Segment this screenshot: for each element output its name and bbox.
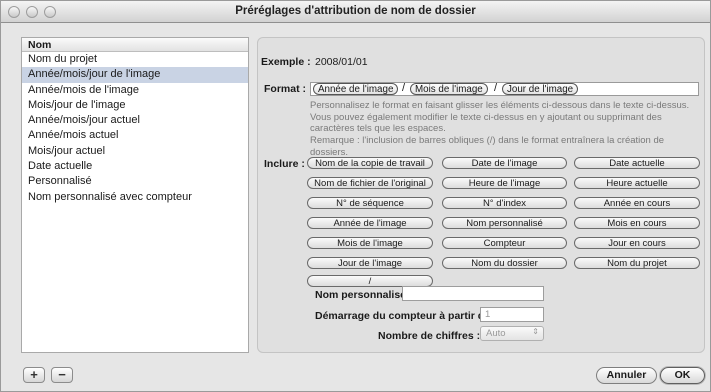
include-token[interactable]: Mois en cours [574,217,700,229]
list-item[interactable]: Mois/jour actuel [22,144,248,159]
window-title: Préréglages d'attribution de nom de doss… [235,5,476,17]
include-token[interactable]: Nom du projet [574,257,700,269]
counter-start-input[interactable]: 1 [480,307,544,322]
list-item[interactable]: Date actuelle [22,159,248,174]
list-item[interactable]: Année/mois actuel [22,128,248,143]
include-label: Inclure : [264,158,305,170]
list-item[interactable]: Nom du projet [22,52,248,67]
format-token-day[interactable]: Jour de l'image [502,83,579,95]
include-token[interactable]: Heure actuelle [574,177,700,189]
preset-window: Préréglages d'attribution de nom de doss… [0,0,711,392]
include-token[interactable]: Nom de la copie de travail [307,157,433,169]
include-token[interactable]: Jour en cours [574,237,700,249]
include-token[interactable]: Mois de l'image [307,237,433,249]
remove-preset-button[interactable]: − [51,367,73,383]
list-item[interactable]: Année/mois/jour actuel [22,113,248,128]
include-token[interactable]: Nom personnalisé [442,217,567,229]
format-help-text: Personnalisez le format en faisant gliss… [310,100,690,135]
list-items: Nom du projet Année/mois/jour de l'image A… [22,52,248,205]
format-token-month[interactable]: Mois de l'image [410,83,488,95]
include-token[interactable]: Date actuelle [574,157,700,169]
custom-name-input[interactable] [402,286,544,301]
digits-select-value: Auto [486,328,506,339]
ok-button[interactable]: OK [660,367,705,384]
list-item[interactable]: Nom personnalisé avec compteur [22,190,248,205]
list-header-name[interactable]: Nom [22,38,248,52]
title-bar: Préréglages d'attribution de nom de doss… [1,1,710,23]
digits-label: Nombre de chiffres : [378,330,481,342]
format-field[interactable]: Année de l'image / Mois de l'image / Jou… [310,82,699,96]
cancel-button[interactable]: Annuler [596,367,657,384]
list-item[interactable]: Personnalisé [22,174,248,189]
digits-select[interactable]: Auto ⇕ [480,326,544,341]
counter-start-label: Démarrage du compteur à partir de : [315,310,497,322]
list-item[interactable]: Année/mois/jour de l'image [22,67,248,83]
example-label: Exemple : [261,56,311,68]
include-token[interactable]: Nom du dossier [442,257,567,269]
format-note-text: Remarque : l'inclusion de barres oblique… [310,135,665,158]
add-preset-button[interactable]: + [23,367,45,383]
include-token[interactable]: Année en cours [574,197,700,209]
include-token[interactable]: Compteur [442,237,567,249]
include-token[interactable]: Année de l'image [307,217,433,229]
preset-list: Nom Nom du projet Année/mois/jour de l'im… [21,37,249,353]
list-item[interactable]: Année/mois de l'image [22,83,248,98]
include-token[interactable]: Nom de fichier de l'original [307,177,433,189]
include-token[interactable]: N° de séquence [307,197,433,209]
preset-editor: Exemple : 2008/01/01 Format : Année de l… [257,37,705,353]
custom-name-label: Nom personnalisé : [315,289,413,301]
stepper-arrows-icon: ⇕ [532,327,539,336]
include-token[interactable]: N° d'index [442,197,567,209]
format-separator: / [494,82,498,94]
format-separator: / [402,82,406,94]
format-label: Format : [264,83,306,95]
include-token[interactable]: Heure de l'image [442,177,567,189]
include-token[interactable]: Jour de l'image [307,257,433,269]
example-value: 2008/01/01 [315,56,368,68]
list-item[interactable]: Mois/jour de l'image [22,98,248,113]
include-token[interactable]: Date de l'image [442,157,567,169]
format-token-year[interactable]: Année de l'image [313,83,399,95]
